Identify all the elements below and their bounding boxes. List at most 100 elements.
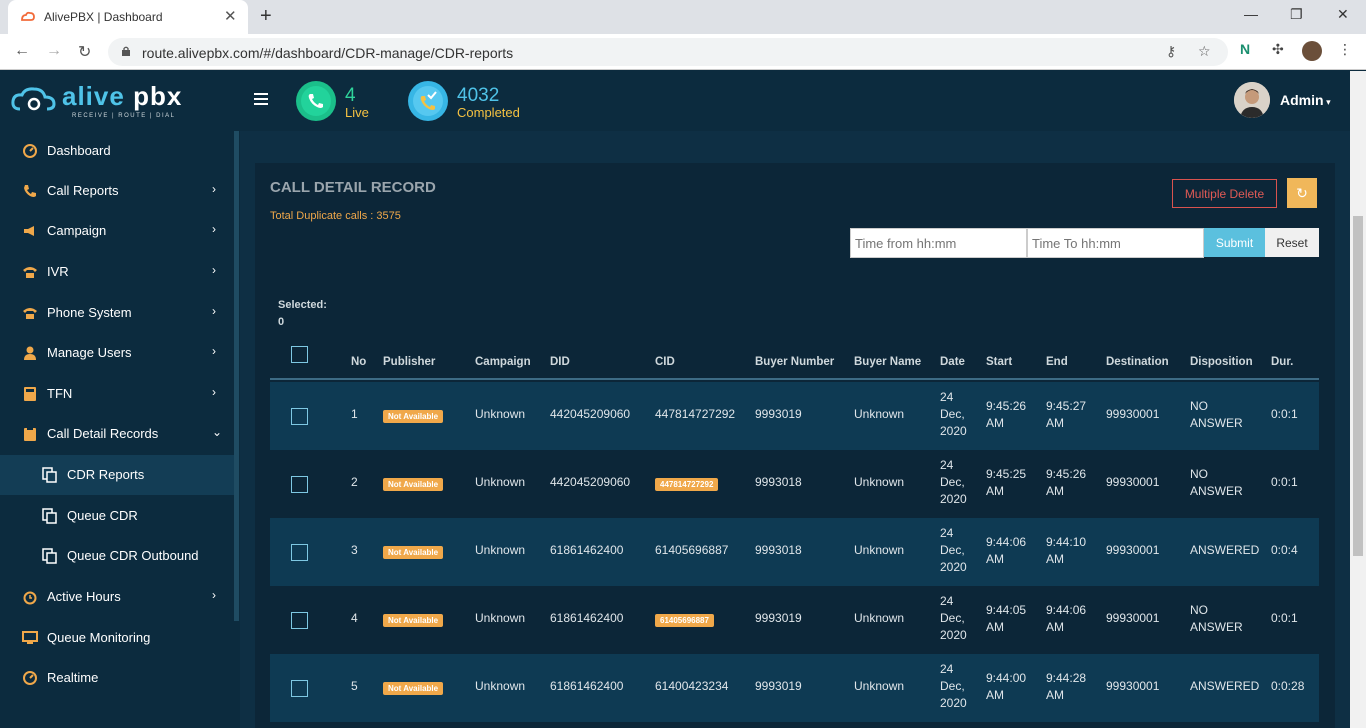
maximize-icon[interactable]: ❐	[1290, 6, 1303, 23]
table-row[interactable]: 3 Not Available Unknown 61861462400 61405696…	[270, 518, 1319, 586]
sidebar-item-manage-users[interactable]: Manage Users ›	[0, 333, 234, 373]
minimize-icon[interactable]: —	[1244, 6, 1258, 22]
alivepbx-favicon-icon	[21, 11, 35, 21]
chevron-right-icon: ›	[212, 182, 216, 196]
cell-destination: 99930001	[1106, 475, 1160, 489]
sidebar-label: Call Reports	[47, 183, 119, 198]
extensions-puzzle-icon[interactable]: ✣	[1272, 41, 1284, 58]
cell-duration: 0:0:1	[1271, 611, 1298, 625]
cell-destination: 99930001	[1106, 407, 1160, 421]
window-close-icon[interactable]: ✕	[1337, 6, 1349, 23]
select-all-checkbox[interactable]	[291, 346, 308, 363]
submit-button[interactable]: Submit	[1204, 228, 1265, 257]
forward-icon[interactable]: →	[46, 42, 62, 60]
cell-date: 24 Dec, 2020	[940, 390, 967, 438]
header-start: Start	[986, 356, 1013, 368]
multiple-delete-button[interactable]: Multiple Delete	[1172, 179, 1277, 208]
url-text: route.alivepbx.com/#/dashboard/CDR-manag…	[142, 45, 514, 61]
header-date: Date	[940, 356, 965, 368]
reset-button[interactable]: Reset	[1265, 228, 1319, 257]
sidebar-item-queue-monitoring[interactable]: Queue Monitoring	[0, 618, 234, 658]
cell-buyer-number: 9993019	[755, 611, 802, 625]
user-avatar[interactable]	[1234, 82, 1270, 118]
row-checkbox[interactable]	[291, 680, 308, 697]
sidebar-label: Manage Users	[47, 345, 132, 360]
row-checkbox[interactable]	[291, 476, 308, 493]
back-icon[interactable]: ←	[14, 42, 30, 60]
selected-count: Selected: 0	[278, 297, 327, 331]
sidebar-item-campaign[interactable]: Campaign ›	[0, 211, 234, 251]
chevron-right-icon: ›	[212, 263, 216, 277]
url-field[interactable]: route.alivepbx.com/#/dashboard/CDR-manag…	[108, 38, 1228, 66]
cell-disposition: NO ANSWER	[1190, 467, 1243, 498]
cell-campaign: Unknown	[475, 543, 526, 557]
page-scrollbar-thumb[interactable]	[1353, 216, 1363, 556]
page-scrollbar[interactable]	[1350, 71, 1366, 728]
sidebar-item-dashboard[interactable]: Dashboard	[0, 131, 234, 171]
cell-date: 24 Dec, 2020	[940, 594, 967, 642]
phone-system-icon	[23, 308, 37, 319]
publisher-badge: Not Available	[383, 682, 444, 695]
extension-n-icon[interactable]: N	[1240, 41, 1250, 57]
hamburger-menu-icon[interactable]	[254, 93, 268, 105]
sidebar-item-call-reports[interactable]: Call Reports ›	[0, 171, 234, 211]
reload-icon[interactable]: ↻	[78, 42, 91, 62]
row-checkbox[interactable]	[291, 544, 308, 561]
chevron-right-icon: ›	[212, 588, 216, 602]
star-icon[interactable]: ☆	[1198, 43, 1211, 60]
time-to-input[interactable]	[1027, 228, 1204, 258]
sidebar-scrollbar[interactable]	[234, 131, 239, 621]
table-row[interactable]: 4 Not Available Unknown 61861462400 61405696…	[270, 586, 1319, 654]
profile-avatar-icon[interactable]	[1302, 41, 1322, 61]
cell-did: 61861462400	[550, 543, 624, 557]
sidebar-item-realtime[interactable]: Realtime	[0, 658, 234, 698]
sidebar-item-ivr[interactable]: IVR ›	[0, 252, 234, 292]
new-tab-button[interactable]: +	[260, 5, 272, 28]
time-from-input[interactable]	[850, 228, 1027, 258]
tab-close-icon[interactable]: ✕	[224, 7, 237, 25]
table-row[interactable]: 2 Not Available Unknown 442045209060 4478147…	[270, 450, 1319, 518]
logo-wordmark: alive pbx	[62, 81, 183, 111]
header-did: DID	[550, 356, 570, 368]
row-checkbox[interactable]	[291, 612, 308, 629]
row-checkbox[interactable]	[291, 408, 308, 425]
cell-buyer-number: 9993018	[755, 543, 802, 557]
sidebar-item-active-hours[interactable]: Active Hours ›	[0, 577, 234, 617]
cell-no: 5	[351, 679, 358, 693]
cell-start: 9:45:26 AM	[986, 399, 1027, 430]
live-calls-phone-icon	[296, 81, 336, 121]
refresh-button[interactable]: ↻	[1287, 178, 1317, 208]
table-row[interactable]: 5 Not Available Unknown 61861462400 61400423…	[270, 654, 1319, 722]
cell-campaign: Unknown	[475, 679, 526, 693]
sidebar-label: Campaign	[47, 223, 107, 238]
cell-did: 442045209060	[550, 475, 631, 489]
app-header: alive pbx RECEIVE | ROUTE | DIAL 4 Live …	[0, 71, 1350, 131]
sidebar-item-cdr-reports[interactable]: CDR Reports	[0, 455, 234, 495]
cell-did: 442045209060	[550, 407, 631, 421]
megaphone-icon	[24, 226, 34, 236]
cell-cid: 61405696887	[655, 543, 729, 557]
alivepbx-logo[interactable]: alive pbx RECEIVE | ROUTE | DIAL	[10, 79, 190, 123]
key-icon[interactable]: ⚷	[1166, 43, 1176, 60]
cell-start: 9:45:25 AM	[986, 467, 1027, 498]
selected-value: 0	[278, 316, 285, 328]
header-end: End	[1046, 356, 1068, 368]
cell-buyer-name: Unknown	[854, 679, 905, 693]
menu-dots-icon[interactable]: ⋮	[1338, 41, 1352, 58]
cell-disposition: ANSWERED	[1190, 543, 1260, 557]
header-publisher: Publisher	[383, 356, 436, 368]
cell-buyer-number: 9993019	[755, 679, 802, 693]
sidebar-item-phone-system[interactable]: Phone System ›	[0, 293, 234, 333]
sidebar-item-queue-cdr-outbound[interactable]: Queue CDR Outbound	[0, 536, 234, 576]
sidebar-item-queue-cdr[interactable]: Queue CDR	[0, 496, 234, 536]
table-row[interactable]: 1 Not Available Unknown 442045209060 4478147…	[270, 382, 1319, 450]
sidebar-item-tfn[interactable]: TFN ›	[0, 374, 234, 414]
browser-tab[interactable]: AlivePBX | Dashboard ✕	[8, 0, 248, 34]
logo-tagline: RECEIVE | ROUTE | DIAL	[72, 113, 176, 119]
cell-cid: 447814727292	[655, 407, 736, 421]
user-menu[interactable]: Admin ▾	[1280, 92, 1331, 108]
page-title: CALL DETAIL RECORD	[270, 179, 436, 196]
cell-disposition: ANSWERED	[1190, 679, 1260, 693]
sidebar-item-call-detail-records[interactable]: Call Detail Records ⌄	[0, 414, 234, 454]
copy-icon	[42, 548, 57, 564]
